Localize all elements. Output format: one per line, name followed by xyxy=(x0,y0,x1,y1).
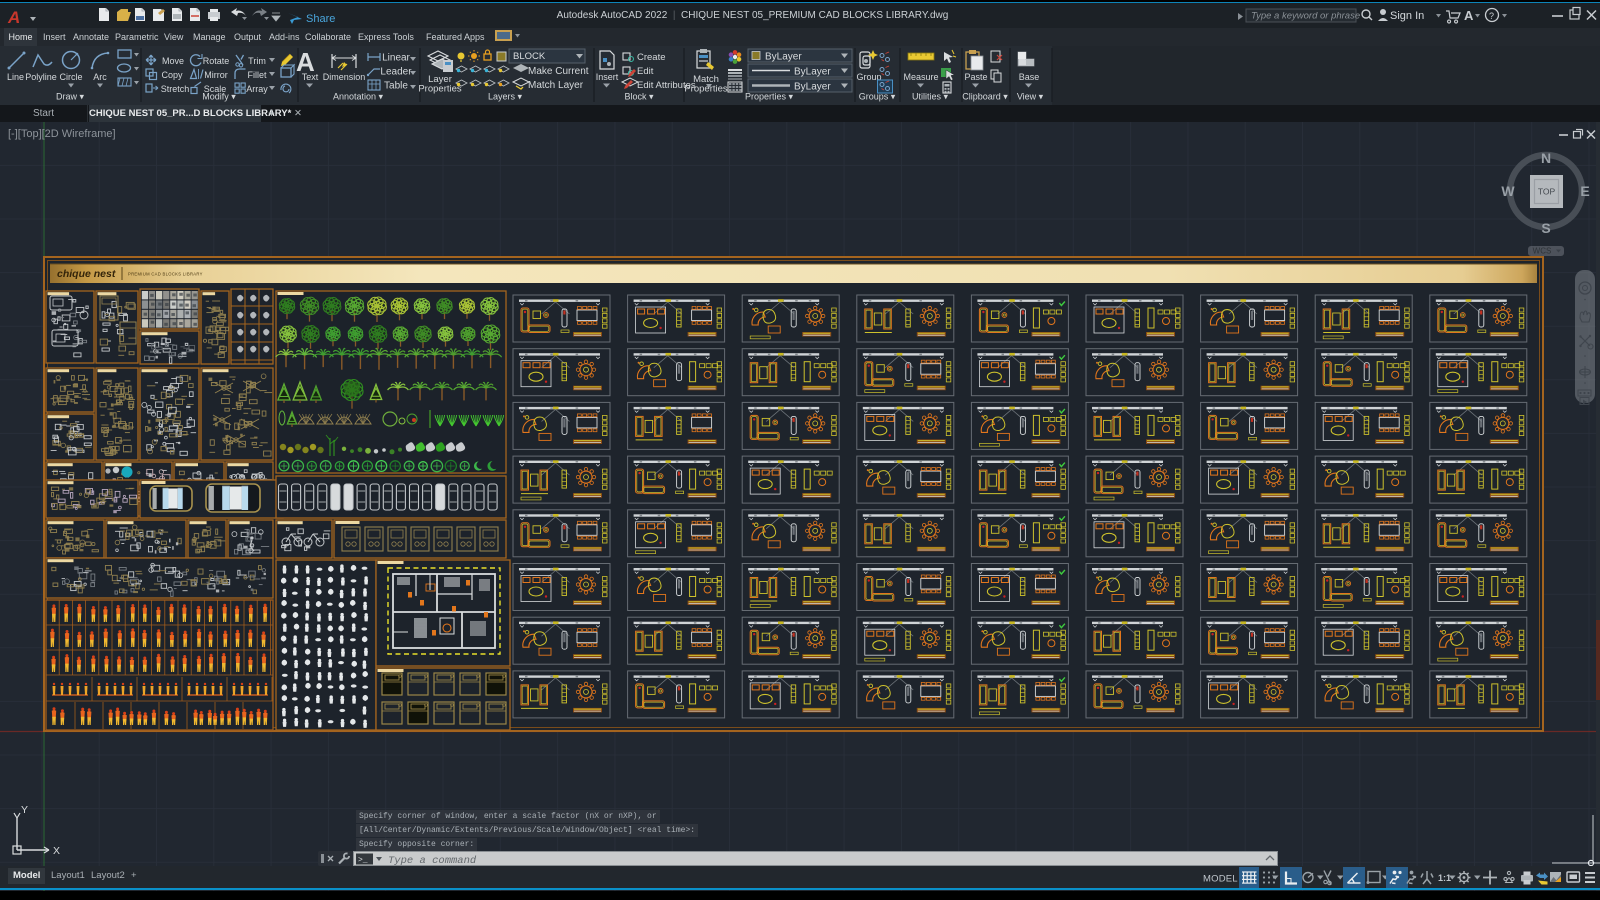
svg-text:Base: Base xyxy=(1019,72,1040,82)
svg-text:Create: Create xyxy=(637,52,666,63)
svg-text:S: S xyxy=(1541,220,1550,236)
svg-text:X: X xyxy=(53,845,60,857)
svg-text:ByLayer: ByLayer xyxy=(794,82,831,93)
svg-text:WCS: WCS xyxy=(1533,247,1552,256)
svg-text:A: A xyxy=(1464,8,1474,23)
svg-text:W: W xyxy=(1501,183,1515,199)
svg-text:1:1: 1:1 xyxy=(1438,873,1451,883)
svg-text:Type a keyword or phrase: Type a keyword or phrase xyxy=(1251,11,1360,22)
svg-text:Text: Text xyxy=(302,72,319,82)
svg-text:Paste: Paste xyxy=(964,72,987,82)
svg-text:[-][Top][2D Wireframe]: [-][Top][2D Wireframe] xyxy=(8,128,116,140)
svg-text:Clipboard ▾: Clipboard ▾ xyxy=(962,92,1008,102)
svg-text:Match Layer: Match Layer xyxy=(528,80,584,91)
svg-text:Rotate: Rotate xyxy=(203,56,230,66)
svg-text:Scale: Scale xyxy=(204,84,227,94)
svg-text:E: E xyxy=(1580,183,1589,199)
svg-text:Block ▾: Block ▾ xyxy=(624,92,654,102)
svg-text:View ▾: View ▾ xyxy=(1017,92,1044,102)
svg-text:ByLayer: ByLayer xyxy=(765,52,802,63)
svg-text:>_: >_ xyxy=(358,856,368,865)
svg-text:BLOCK: BLOCK xyxy=(513,51,546,62)
svg-text:Measure: Measure xyxy=(903,72,938,82)
svg-text:Properties: Properties xyxy=(684,84,728,95)
svg-text:Layers ▾: Layers ▾ xyxy=(488,92,523,102)
svg-text:Leader: Leader xyxy=(380,67,412,78)
svg-text:Copy: Copy xyxy=(161,70,183,80)
svg-text:Table: Table xyxy=(384,81,408,92)
svg-text:Insert: Insert xyxy=(596,72,619,82)
svg-text:Sign In: Sign In xyxy=(1390,10,1424,22)
svg-text:Line: Line xyxy=(7,72,24,82)
svg-text:Polyline: Polyline xyxy=(25,72,57,82)
svg-text:chique nest: chique nest xyxy=(57,268,116,280)
svg-text:Circle: Circle xyxy=(59,72,82,82)
svg-text:Linear: Linear xyxy=(382,53,410,64)
svg-text:Properties: Properties xyxy=(418,84,462,95)
svg-text:Array: Array xyxy=(246,84,268,94)
svg-text:Properties ▾: Properties ▾ xyxy=(745,92,794,102)
svg-text:Arc: Arc xyxy=(93,72,107,82)
svg-text:TOP: TOP xyxy=(1538,187,1556,197)
svg-text:Y: Y xyxy=(21,804,28,816)
svg-text:MODEL: MODEL xyxy=(1203,874,1238,885)
svg-text:Make Current: Make Current xyxy=(528,66,589,77)
svg-text:Mirror: Mirror xyxy=(204,70,228,80)
svg-text:Annotation ▾: Annotation ▾ xyxy=(333,92,384,102)
svg-text:Move: Move xyxy=(162,56,184,66)
svg-text:Fillet: Fillet xyxy=(247,70,267,80)
svg-text:Stretch: Stretch xyxy=(161,84,190,94)
svg-text:?: ? xyxy=(1489,11,1494,21)
svg-text:ByLayer: ByLayer xyxy=(794,67,831,78)
svg-text:Edit: Edit xyxy=(637,66,654,77)
svg-text:N: N xyxy=(1541,150,1551,166)
svg-text:PREMIUM CAD BLOCKS LIBRARY: PREMIUM CAD BLOCKS LIBRARY xyxy=(128,272,203,277)
svg-text:Trim: Trim xyxy=(248,56,266,66)
svg-text:Dimension: Dimension xyxy=(323,72,366,82)
svg-text:Draw ▾: Draw ▾ xyxy=(56,92,85,102)
